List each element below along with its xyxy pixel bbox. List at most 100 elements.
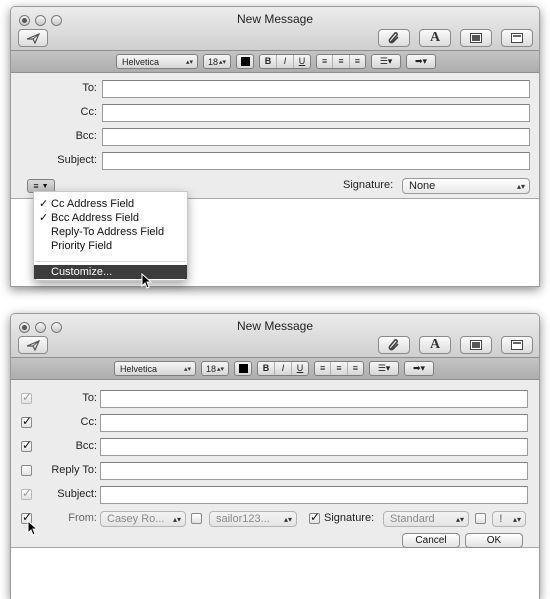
underline-button[interactable]: U	[292, 362, 308, 375]
bcc-label: Bcc:	[75, 440, 97, 452]
account-popup[interactable]: sailor123... ▴▾	[209, 511, 297, 527]
list-button[interactable]: ☰▾	[369, 361, 399, 376]
menu-item-customize[interactable]: Customize...	[34, 265, 187, 279]
menu-item-priority-field[interactable]: Priority Field	[34, 239, 187, 253]
header-fields: To: Cc: Bcc: Subject: ≡ ▼ Signature: Non…	[11, 73, 539, 199]
stationery-button[interactable]	[501, 336, 533, 354]
titlebar: New Message A	[11, 314, 539, 358]
subject-input[interactable]	[100, 486, 528, 504]
paper-plane-icon	[26, 32, 40, 44]
chevron-down-icon: ▼	[41, 182, 49, 190]
bcc-input[interactable]	[100, 438, 528, 456]
to-visibility-checkbox[interactable]	[21, 390, 32, 404]
attach-button[interactable]	[378, 336, 410, 354]
updown-arrows-icon: ▴▾	[283, 514, 292, 524]
to-input[interactable]	[100, 390, 528, 408]
subject-label: Subject:	[57, 488, 97, 500]
menu-item-bcc-address-field[interactable]: ✓ Bcc Address Field	[34, 211, 187, 225]
menu-item-label: Customize...	[51, 266, 113, 278]
italic-button[interactable]: I	[277, 55, 294, 68]
cc-label: Cc:	[80, 416, 98, 428]
subject-row: Subject:	[11, 152, 539, 170]
align-center-button[interactable]: ≡	[333, 55, 350, 68]
align-left-button[interactable]: ≡	[317, 55, 334, 68]
stationery-button[interactable]	[501, 29, 533, 47]
priority-popup[interactable]: ! ▴▾	[492, 511, 526, 527]
send-button[interactable]	[18, 336, 48, 354]
window-title: New Message	[236, 12, 314, 26]
account-visibility-checkbox[interactable]	[191, 513, 202, 524]
fonts-button[interactable]: A	[419, 29, 451, 47]
font-size-value: 18	[206, 363, 217, 374]
list-icon: ☰▾	[377, 363, 391, 373]
italic-button[interactable]: I	[275, 362, 292, 375]
cc-input[interactable]	[100, 414, 528, 432]
subject-input[interactable]	[102, 152, 530, 170]
color-swatch-icon	[240, 57, 250, 66]
photo-browser-button[interactable]	[460, 29, 492, 47]
font-family-popup[interactable]: Helvetica ▴▾	[116, 54, 198, 69]
ok-button[interactable]: OK	[465, 533, 523, 548]
to-row: To:	[11, 80, 539, 98]
align-right-button[interactable]: ≡	[348, 362, 363, 375]
underline-button[interactable]: U	[294, 55, 310, 68]
menu-item-cc-address-field[interactable]: ✓ Cc Address Field	[34, 197, 187, 211]
menu-item-label: Reply-To Address Field	[51, 226, 165, 238]
align-left-icon: ≡	[322, 56, 328, 66]
fonts-icon: A	[429, 337, 441, 352]
text-color-button[interactable]	[234, 361, 252, 376]
menu-item-reply-to-address-field[interactable]: Reply-To Address Field	[34, 225, 187, 239]
align-left-button[interactable]: ≡	[315, 362, 332, 375]
indent-button[interactable]: ➡▾	[406, 54, 436, 69]
alignment-buttons: ≡ ≡ ≡	[314, 361, 364, 376]
signature-visibility-checkbox[interactable]	[309, 510, 320, 524]
font-size-popup[interactable]: 18 ▴▾	[203, 54, 231, 69]
cc-input[interactable]	[102, 104, 530, 122]
indent-arrow-icon: ➡▾	[414, 56, 428, 66]
menu-item-label: Cc Address Field	[51, 198, 135, 210]
bcc-visibility-checkbox[interactable]	[21, 438, 32, 452]
font-family-popup[interactable]: Helvetica ▴▾	[114, 361, 196, 376]
bold-button[interactable]: B	[260, 55, 277, 68]
subject-visibility-checkbox[interactable]	[21, 486, 32, 500]
photo-browser-button[interactable]	[460, 336, 492, 354]
style-buttons: B I U	[259, 54, 311, 69]
updown-arrows-icon: ▴▾	[172, 514, 181, 524]
from-value: Casey Ro...	[107, 513, 165, 525]
fonts-button[interactable]: A	[419, 336, 451, 354]
reply-to-visibility-checkbox[interactable]	[21, 465, 32, 476]
stationery-icon	[511, 33, 523, 43]
bcc-input[interactable]	[102, 128, 530, 146]
signature-value: Standard	[390, 513, 435, 525]
cancel-button[interactable]: Cancel	[402, 533, 460, 548]
text-color-button[interactable]	[236, 54, 254, 69]
reply-to-input[interactable]	[100, 462, 528, 480]
bold-button[interactable]: B	[258, 362, 275, 375]
font-size-value: 18	[208, 56, 219, 67]
titlebar: New Message A	[11, 7, 539, 51]
align-right-icon: ≡	[354, 56, 360, 66]
align-right-icon: ≡	[352, 363, 358, 373]
indent-button[interactable]: ➡▾	[404, 361, 434, 376]
updown-arrows-icon: ▴▾	[185, 58, 193, 66]
send-button[interactable]	[18, 29, 48, 47]
to-input[interactable]	[102, 80, 530, 98]
align-right-button[interactable]: ≡	[350, 55, 365, 68]
bcc-row: Bcc:	[11, 128, 539, 146]
menu-item-label: Priority Field	[51, 240, 113, 252]
signature-popup[interactable]: None ▴▾	[402, 178, 530, 194]
priority-visibility-checkbox[interactable]	[475, 513, 486, 524]
attach-button[interactable]	[378, 29, 410, 47]
font-size-popup[interactable]: 18 ▴▾	[201, 361, 229, 376]
signature-popup[interactable]: Standard ▴▾	[383, 511, 469, 527]
format-bar: Helvetica ▴▾ 18 ▴▾ B I U ≡ ≡ ≡ ☰▾ ➡▾	[11, 358, 539, 380]
list-button[interactable]: ☰▾	[371, 54, 401, 69]
updown-arrows-icon: ▴▾	[516, 181, 525, 191]
menu-separator	[35, 261, 186, 262]
cc-visibility-checkbox[interactable]	[21, 414, 32, 428]
from-popup[interactable]: Casey Ro... ▴▾	[100, 511, 186, 527]
subject-label: Subject:	[57, 154, 97, 166]
photo-browser-icon	[470, 33, 482, 43]
align-center-button[interactable]: ≡	[331, 362, 348, 375]
stationery-icon	[511, 340, 523, 350]
